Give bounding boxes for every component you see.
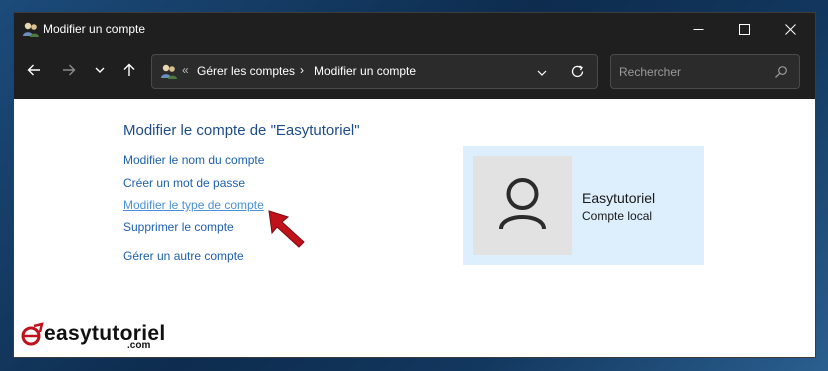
- easytutoriel-logo-icon: [20, 322, 46, 348]
- search-icon[interactable]: [774, 65, 788, 79]
- main-content: Modifier le compte de "Easytutoriel" Mod…: [14, 99, 815, 357]
- refresh-icon[interactable]: [570, 64, 585, 79]
- user-avatar-icon: [473, 178, 572, 259]
- link-manage-another-account[interactable]: Gérer un autre compte: [123, 249, 244, 263]
- avatar: [473, 156, 572, 255]
- watermark: easytutoriel .com: [20, 322, 165, 352]
- maximize-button[interactable]: [721, 13, 767, 46]
- red-arrow-pointer-icon: [264, 209, 309, 249]
- breadcrumb-manage-accounts[interactable]: Gérer les comptes: [197, 64, 295, 78]
- search-box[interactable]: [610, 54, 800, 89]
- account-name: Easytutoriel: [582, 190, 656, 206]
- navigation-bar: « Gérer les comptes › Modifier un compte: [14, 46, 815, 99]
- maximize-icon: [738, 24, 750, 35]
- back-button[interactable]: [20, 59, 48, 85]
- arrow-right-icon: [62, 63, 76, 82]
- arrow-left-icon: [27, 63, 41, 82]
- search-input[interactable]: [619, 63, 769, 81]
- window: Modifier un compte « Gérer les comptes ›…: [13, 12, 816, 358]
- link-create-password[interactable]: Créer un mot de passe: [123, 176, 245, 190]
- minimize-button[interactable]: [675, 13, 721, 46]
- window-title: Modifier un compte: [43, 22, 146, 36]
- page-title: Modifier le compte de "Easytutoriel": [123, 122, 360, 139]
- watermark-domain: .com: [127, 340, 151, 351]
- minimize-icon: [693, 24, 704, 35]
- close-icon: [784, 24, 796, 35]
- breadcrumb-modify-account[interactable]: Modifier un compte: [314, 64, 416, 78]
- arrow-up-icon: [122, 63, 136, 82]
- up-button[interactable]: [115, 59, 143, 85]
- address-bar[interactable]: « Gérer les comptes › Modifier un compte: [151, 54, 598, 89]
- link-delete-account[interactable]: Supprimer le compte: [123, 220, 234, 234]
- users-icon: [22, 21, 40, 38]
- link-change-account-type[interactable]: Modifier le type de compte: [123, 198, 264, 212]
- link-modify-account-name[interactable]: Modifier le nom du compte: [123, 153, 264, 167]
- forward-button[interactable]: [55, 59, 83, 85]
- chevron-down-icon: [94, 63, 106, 81]
- account-card: Easytutoriel Compte local: [463, 146, 704, 265]
- account-type: Compte local: [582, 209, 653, 223]
- breadcrumb-separator[interactable]: ›: [300, 63, 304, 77]
- title-bar[interactable]: Modifier un compte: [14, 13, 815, 46]
- recent-locations-button[interactable]: [86, 59, 114, 85]
- close-button[interactable]: [767, 13, 813, 46]
- breadcrumb-overflow[interactable]: «: [182, 63, 189, 77]
- users-icon: [160, 63, 178, 80]
- chevron-down-icon[interactable]: [536, 66, 548, 78]
